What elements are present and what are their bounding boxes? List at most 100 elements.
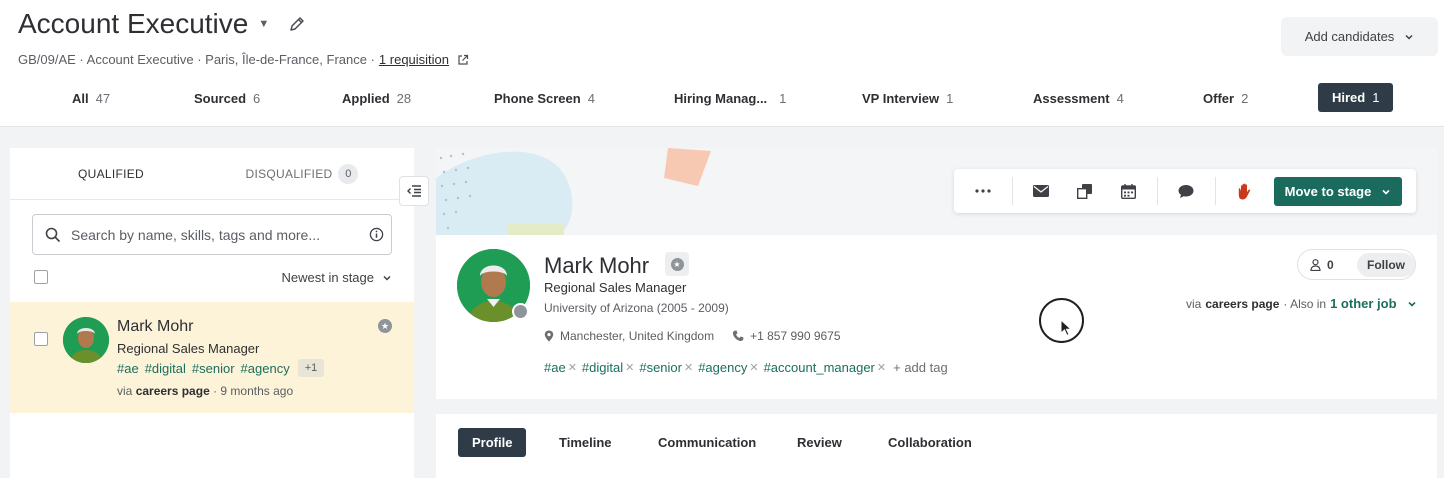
disqualify-hand-icon[interactable]	[1233, 179, 1257, 203]
collapse-panel-button[interactable]	[399, 176, 429, 206]
phone-icon	[733, 330, 744, 342]
stage-tab-all[interactable]: All 47	[72, 83, 110, 113]
tag[interactable]: #digital	[145, 361, 186, 376]
tab-review[interactable]: Review	[797, 428, 842, 457]
stage-tab-phone-screen[interactable]: Phone Screen 4	[494, 83, 595, 113]
collapse-sidebar-icon	[407, 185, 421, 197]
source-time: · 9 months ago	[213, 384, 294, 398]
remove-tag-icon[interactable]: ✕	[568, 361, 577, 374]
calendar-icon[interactable]	[1116, 179, 1140, 203]
comment-icon[interactable]	[1174, 179, 1198, 203]
source-prefix: via	[117, 384, 133, 398]
candidate-source: via careers page · 9 months ago	[117, 384, 293, 398]
tab-collaboration[interactable]: Collaboration	[888, 428, 972, 457]
tag[interactable]: #senior	[192, 361, 235, 376]
avatar	[63, 317, 109, 363]
chevron-down-icon[interactable]: ▼	[258, 18, 269, 30]
tab-qualified-label: QUALIFIED	[77, 166, 145, 181]
tag[interactable]: #agency	[698, 360, 747, 375]
move-to-stage-button[interactable]: Move to stage	[1274, 177, 1402, 206]
job-title-row: Account Executive ▼	[18, 8, 305, 40]
stage-tab-applied[interactable]: Applied 28	[342, 83, 411, 113]
stage-count: 47	[95, 90, 111, 106]
tag[interactable]: #ae	[117, 361, 139, 376]
email-icon[interactable]	[1029, 179, 1053, 203]
add-tag-button[interactable]: + add tag	[893, 360, 948, 375]
candidate-checkbox[interactable]	[34, 332, 48, 346]
move-to-stage-label: Move to stage	[1284, 184, 1372, 199]
tab-timeline[interactable]: Timeline	[559, 428, 612, 457]
more-tags-badge[interactable]: +1	[297, 359, 325, 377]
followers-count[interactable]: 0	[1310, 258, 1351, 272]
tag[interactable]: #senior	[639, 360, 682, 375]
remove-tag-icon[interactable]: ✕	[625, 361, 634, 374]
remove-tag-icon[interactable]: ✕	[749, 361, 758, 374]
remove-tag-icon[interactable]: ✕	[684, 361, 693, 374]
stage-tab-sourced[interactable]: Sourced 6	[194, 83, 260, 113]
add-candidates-label: Add candidates	[1304, 29, 1395, 44]
requisition-link[interactable]: 1 requisition	[379, 52, 449, 67]
stage-label: Hiring Manag...	[674, 90, 768, 106]
candidate-list-item[interactable]: Mark Mohr Regional Sales Manager #ae #di…	[10, 302, 414, 413]
stage-tab-offer[interactable]: Offer 2	[1203, 83, 1248, 113]
chevron-down-icon	[1382, 189, 1390, 195]
candidate-name: Mark Mohr	[544, 253, 650, 278]
tag[interactable]: #account_manager	[764, 360, 875, 375]
followers-count-value: 0	[1327, 257, 1334, 272]
tab-communication[interactable]: Communication	[658, 428, 756, 457]
star-icon[interactable]: ★	[378, 319, 392, 333]
other-job-link[interactable]: 1 other job	[1330, 296, 1396, 311]
tab-profile[interactable]: Profile	[458, 428, 527, 457]
search-icon	[45, 227, 61, 242]
chevron-down-icon	[1405, 34, 1413, 40]
tag[interactable]: #ae	[544, 360, 566, 375]
external-link-icon[interactable]	[457, 54, 469, 66]
stage-count: 4	[1116, 90, 1124, 106]
candidate-action-toolbar: Move to stage	[954, 169, 1416, 213]
source-prefix: via	[1186, 296, 1202, 311]
star-button[interactable]: ★	[665, 252, 689, 276]
candidate-name: Mark Mohr	[117, 318, 194, 335]
divider	[1157, 177, 1158, 205]
list-controls: Newest in stage	[32, 266, 392, 290]
divider	[10, 199, 414, 200]
tab-disqualified[interactable]: DISQUALIFIED 0	[212, 148, 392, 200]
source-name: careers page	[1205, 296, 1280, 311]
profile-tabs-card: Profile Timeline Communication Review Co…	[436, 414, 1437, 478]
stage-label: Phone Screen	[494, 90, 581, 106]
more-options-icon[interactable]	[971, 179, 995, 203]
stage-label: Offer	[1203, 90, 1235, 106]
select-all-checkbox[interactable]	[34, 270, 48, 284]
tag[interactable]: #digital	[582, 360, 623, 375]
search-input[interactable]	[71, 226, 361, 243]
stage-label: Sourced	[194, 90, 247, 106]
candidate-tags: #ae #digital #senior #agency +1	[117, 359, 325, 377]
chevron-down-icon[interactable]	[1407, 299, 1417, 309]
candidate-search	[32, 214, 392, 255]
add-candidates-button[interactable]: Add candidates	[1281, 17, 1438, 56]
pencil-icon[interactable]	[289, 16, 305, 32]
stage-tab-hired[interactable]: Hired 1	[1318, 83, 1394, 112]
info-icon[interactable]	[369, 227, 384, 242]
sort-dropdown[interactable]: Newest in stage	[282, 270, 393, 285]
follow-button[interactable]: Follow	[1357, 252, 1415, 277]
stage-tab-vp-interview[interactable]: VP Interview 1	[862, 83, 953, 113]
stage-label: All	[72, 90, 89, 106]
remove-tag-icon[interactable]: ✕	[877, 361, 886, 374]
job-meta: GB/09/AE · Account Executive · Paris, Îl…	[18, 52, 469, 67]
chevron-down-icon	[383, 275, 391, 281]
candidate-phone[interactable]: +1 857 990 9675	[750, 329, 840, 343]
job-title[interactable]: Account Executive	[18, 8, 248, 40]
candidate-role: Regional Sales Manager	[117, 341, 260, 356]
star-icon: ★	[670, 257, 684, 271]
stage-label: Assessment	[1033, 90, 1110, 106]
follow-control: 0 Follow	[1297, 249, 1416, 280]
candidate-location: Manchester, United Kingdom	[560, 329, 715, 343]
candidate-list-panel: QUALIFIED DISQUALIFIED 0 Newest in stage	[10, 148, 414, 478]
stage-tab-hiring-manager[interactable]: Hiring Manag... 1	[674, 83, 786, 113]
stage-count: 6	[253, 90, 261, 106]
tab-qualified[interactable]: QUALIFIED	[32, 148, 190, 200]
tag[interactable]: #agency	[241, 361, 290, 376]
stage-tab-assessment[interactable]: Assessment 4	[1033, 83, 1124, 113]
move-copy-icon[interactable]	[1072, 179, 1096, 203]
